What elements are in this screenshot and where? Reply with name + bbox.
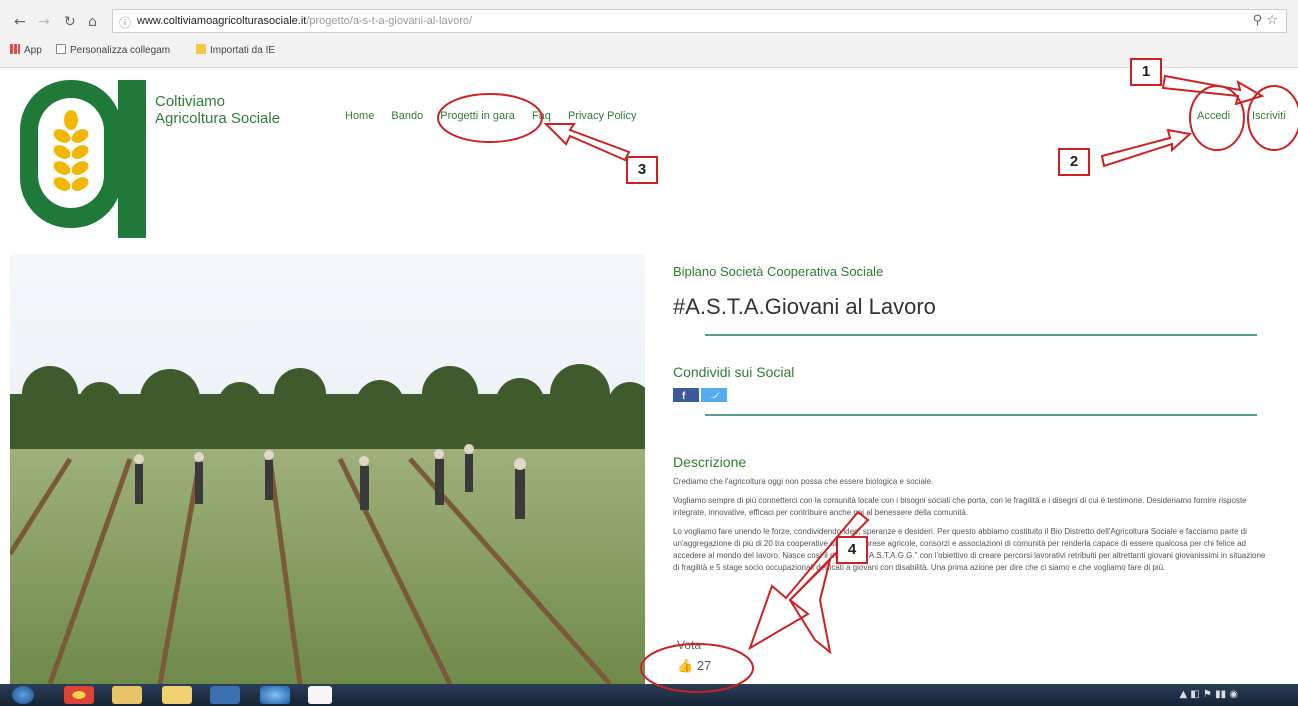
system-tray-icons[interactable]: ▲ ◧ ⚑ ▮▮ ◉ <box>1179 689 1238 700</box>
back-arrow-icon[interactable]: ← <box>14 14 26 30</box>
url-text: www.coltiviamoagricolturasociale.it/prog… <box>137 15 472 27</box>
app-taskbar-icon[interactable] <box>308 686 332 704</box>
bookmark-customize[interactable]: Personalizza collegam <box>56 44 170 56</box>
address-bar[interactable]: ⓘ www.coltiviamoagricolturasociale.it/pr… <box>112 9 1287 33</box>
nav-faq[interactable]: Faq <box>532 110 551 122</box>
apps-grid-icon <box>10 44 20 54</box>
site-logo[interactable] <box>18 78 153 238</box>
reload-icon[interactable]: ↻ <box>64 14 76 30</box>
login-link[interactable]: Accedi <box>1197 110 1230 122</box>
twitter-icon[interactable] <box>701 388 727 402</box>
project-photo <box>10 254 645 684</box>
brand-name[interactable]: Coltiviamo Agricoltura Sociale <box>155 93 280 127</box>
page-icon <box>56 44 66 54</box>
main-nav: Home Bando Progetti in gara Faq Privacy … <box>345 110 650 122</box>
description-paragraph: Crediamo che l'agricoltura oggi non poss… <box>673 477 934 486</box>
project-info: Biplano Società Cooperativa Sociale #A.S… <box>673 264 1273 674</box>
like-count: 27 <box>696 658 712 673</box>
bookmarks-bar: App Personalizza collegam Importati da I… <box>0 40 1298 60</box>
notes-taskbar-icon[interactable] <box>162 686 192 704</box>
register-link[interactable]: Iscriviti <box>1252 110 1286 122</box>
zoom-and-bookmark-icons: ⚲ ☆ <box>1253 13 1278 28</box>
bookmark-imported[interactable]: Importati da IE <box>196 44 275 56</box>
folder-icon <box>196 44 206 54</box>
bookmark-label: Importati da IE <box>210 45 276 56</box>
bookmark-label: App <box>24 45 42 56</box>
description-paragraph: Vogliamo sempre di più connetterci con l… <box>673 496 1247 517</box>
share-heading: Condividi sui Social <box>673 364 795 380</box>
description-text: Crediamo che l'agricoltura oggi non poss… <box>673 476 1268 581</box>
nav-bando[interactable]: Bando <box>391 110 423 122</box>
web-page: Coltiviamo Agricoltura Sociale Home Band… <box>0 68 1298 684</box>
media-taskbar-icon[interactable] <box>210 686 240 704</box>
url-path: /progetto/a-s-t-a-giovani-al-lavoro/ <box>306 15 473 27</box>
facebook-icon[interactable]: f <box>673 388 699 402</box>
divider <box>705 414 1257 416</box>
nav-privacy-policy[interactable]: Privacy Policy <box>568 110 636 122</box>
home-icon[interactable]: ⌂ <box>88 14 97 30</box>
explorer-taskbar-icon[interactable] <box>112 686 142 704</box>
brand-line-1: Coltiviamo <box>155 93 226 110</box>
nav-progetti-in-gara[interactable]: Progetti in gara <box>440 110 515 122</box>
organization-name[interactable]: Biplano Società Cooperativa Sociale <box>673 264 1273 279</box>
address-row: ← → ↻ ⌂ ⓘ www.coltiviamoagricolturasocia… <box>0 6 1298 36</box>
windows-taskbar: ▲ ◧ ⚑ ▮▮ ◉ <box>0 684 1298 706</box>
start-button-icon[interactable] <box>12 686 34 704</box>
browser-chrome: ← → ↻ ⌂ ⓘ www.coltiviamoagricolturasocia… <box>0 0 1298 68</box>
brand-line-2: Agricoltura Sociale <box>155 110 281 127</box>
bookmark-star-icon[interactable]: ☆ <box>1266 13 1278 28</box>
chrome-taskbar-icon[interactable] <box>64 686 94 704</box>
forward-arrow-icon[interactable]: → <box>38 14 50 30</box>
page-info-icon[interactable]: ⓘ <box>119 14 131 31</box>
description-paragraph: Lo vogliamo fare unendo le forze, condiv… <box>673 527 1266 572</box>
bookmark-label: Personalizza collegam <box>70 45 171 56</box>
nav-home[interactable]: Home <box>345 110 374 122</box>
description-heading: Descrizione <box>673 454 747 470</box>
divider <box>705 334 1257 336</box>
like-button[interactable]: 👍 27 <box>677 658 711 674</box>
thumbs-up-icon: 👍 <box>677 659 694 674</box>
project-title: #A.S.T.A.Giovani al Lavoro <box>673 294 936 319</box>
vote-label: Vota <box>677 638 702 652</box>
zoom-icon[interactable]: ⚲ <box>1253 13 1263 28</box>
url-domain: www.coltiviamoagricolturasociale.it <box>137 15 307 27</box>
bookmark-apps[interactable]: App <box>10 44 42 56</box>
ie-taskbar-icon[interactable] <box>260 686 290 704</box>
